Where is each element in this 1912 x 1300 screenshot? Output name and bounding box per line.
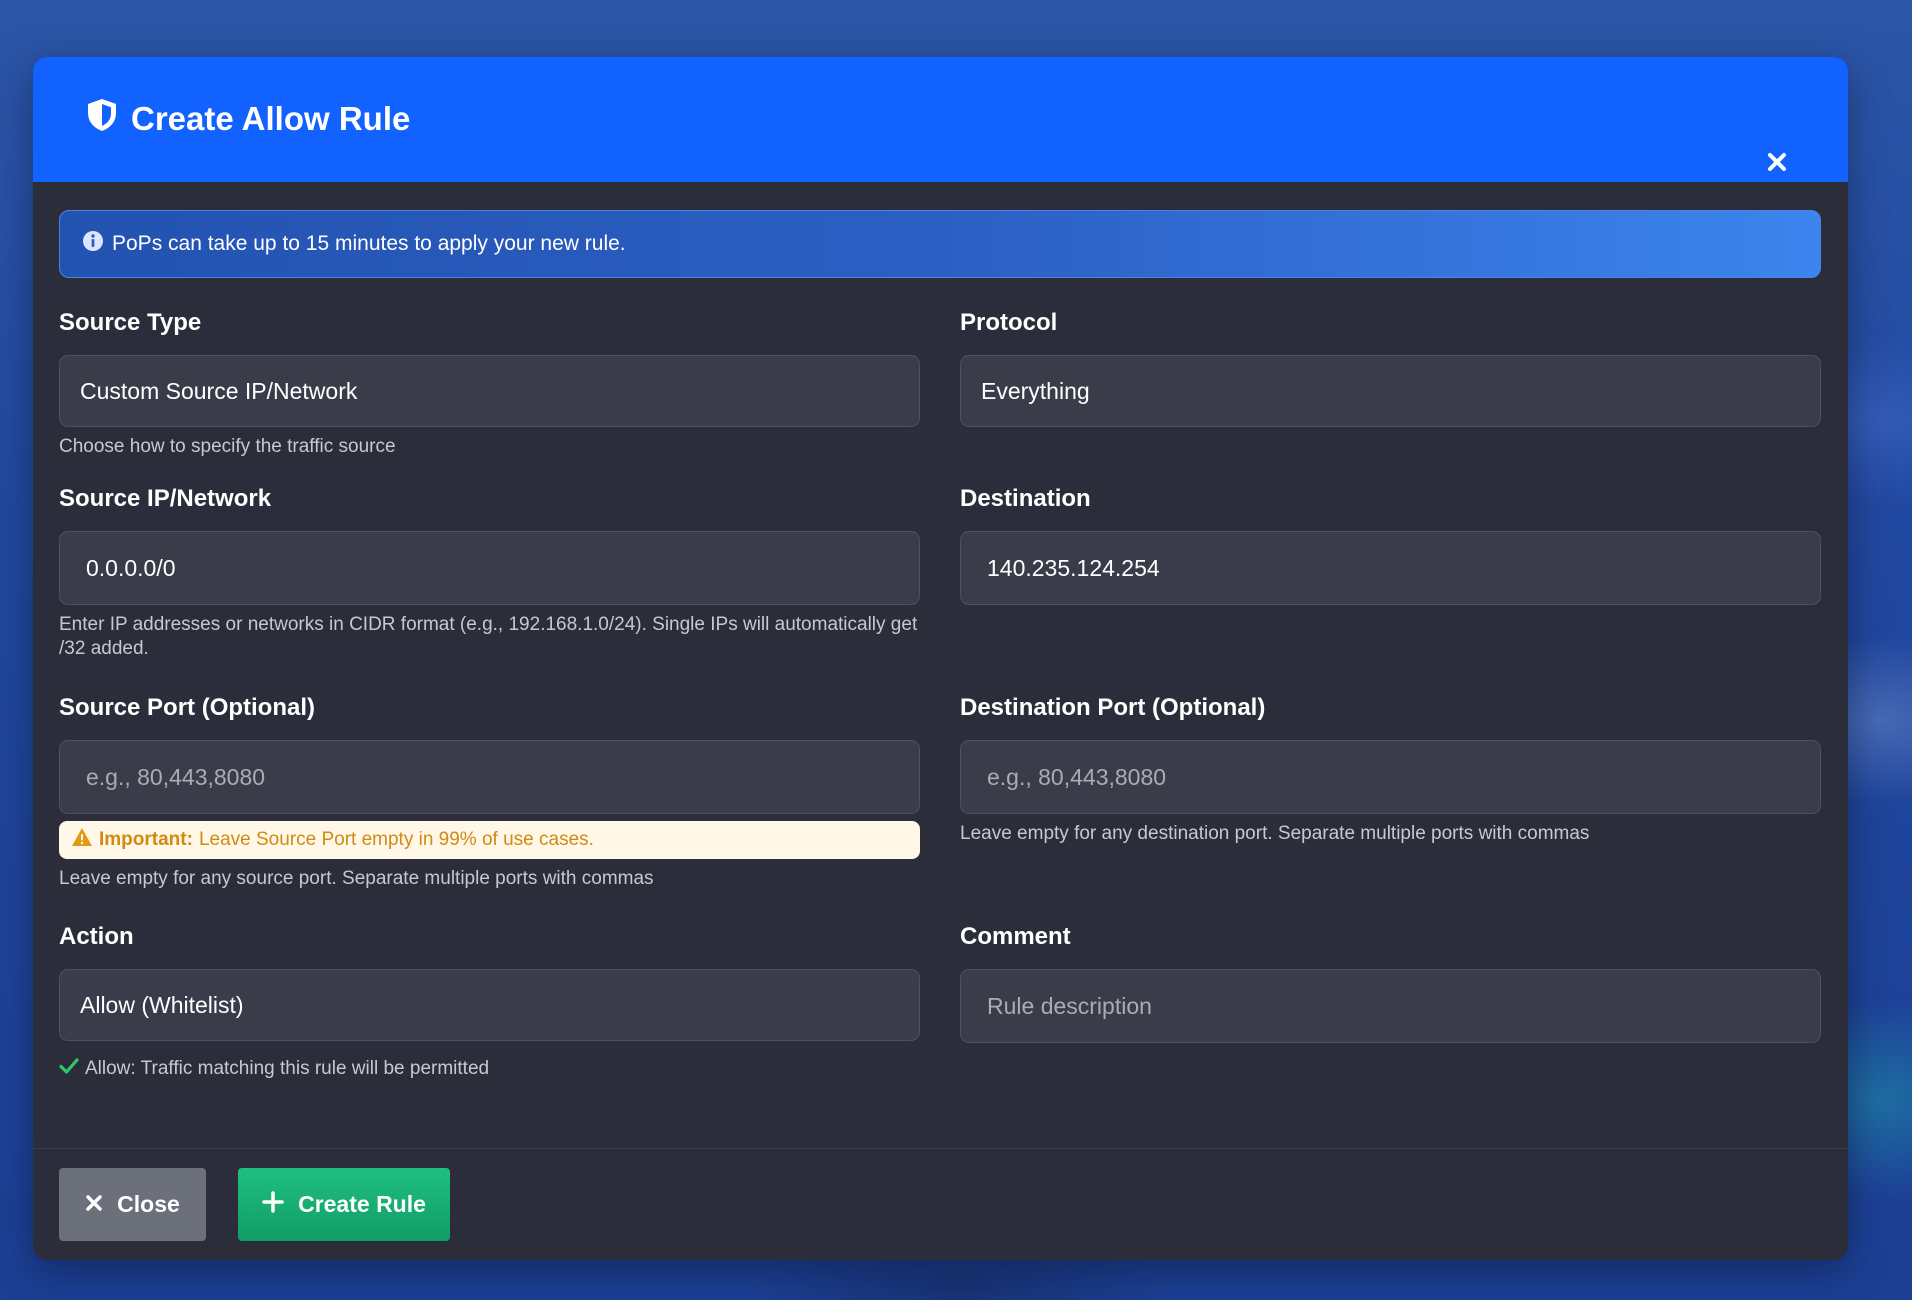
- warning-icon: [71, 827, 93, 853]
- source-port-warning: Important: Leave Source Port empty in 99…: [59, 821, 920, 859]
- protocol-label: Protocol: [960, 309, 1058, 336]
- warning-bold-text: Important:: [99, 829, 193, 850]
- comment-field: Comment: [960, 922, 1821, 1122]
- source-ip-input[interactable]: [59, 531, 920, 605]
- source-ip-label: Source IP/Network: [59, 485, 272, 512]
- create-rule-button[interactable]: Create Rule: [238, 1168, 450, 1241]
- plus-icon: [262, 1190, 284, 1219]
- destination-field: Destination: [960, 484, 1821, 693]
- source-type-select[interactable]: Custom Source IP/Network: [59, 355, 920, 427]
- info-alert: PoPs can take up to 15 minutes to apply …: [59, 210, 1821, 278]
- close-button-label: Close: [117, 1191, 180, 1217]
- source-ip-help: Enter IP addresses or networks in CIDR f…: [59, 614, 918, 659]
- info-icon: [82, 230, 104, 258]
- modal-close-icon[interactable]: [1764, 149, 1790, 175]
- source-port-label: Source Port (Optional): [59, 694, 316, 721]
- check-icon: [59, 1057, 79, 1081]
- source-port-input[interactable]: [59, 740, 920, 814]
- comment-label: Comment: [960, 923, 1071, 950]
- action-help-text: Allow: Traffic matching this rule will b…: [85, 1058, 490, 1079]
- source-type-help: Choose how to specify the traffic source: [59, 436, 396, 457]
- warning-text: Leave Source Port empty in 99% of use ca…: [198, 829, 594, 850]
- modal-title-text: Create Allow Rule: [131, 100, 411, 137]
- modal-header: Create Allow Rule: [33, 57, 1848, 182]
- rule-form: Source Type Custom Source IP/Network Cho…: [59, 308, 1821, 1122]
- close-button[interactable]: Close: [59, 1168, 206, 1241]
- destination-port-input[interactable]: [960, 740, 1821, 814]
- action-select[interactable]: Allow (Whitelist): [59, 969, 920, 1041]
- close-icon: [85, 1191, 103, 1218]
- destination-label: Destination: [960, 485, 1091, 512]
- protocol-field: Protocol Everything: [960, 308, 1821, 484]
- create-rule-button-label: Create Rule: [298, 1191, 426, 1217]
- action-label: Action: [59, 923, 134, 950]
- action-field: Action Allow (Whitelist) Allow: Traffic …: [59, 922, 920, 1122]
- source-type-field: Source Type Custom Source IP/Network Cho…: [59, 308, 920, 484]
- source-port-help: Leave empty for any source port. Separat…: [59, 868, 654, 889]
- info-alert-text: PoPs can take up to 15 minutes to apply …: [112, 232, 626, 255]
- destination-port-field: Destination Port (Optional) Leave empty …: [960, 693, 1821, 922]
- comment-input[interactable]: [960, 969, 1821, 1043]
- modal-footer: Close Create Rule: [33, 1148, 1848, 1260]
- create-rule-modal: Create Allow Rule PoPs can take up to 15…: [33, 57, 1848, 1260]
- modal-body: PoPs can take up to 15 minutes to apply …: [33, 182, 1848, 1122]
- shield-icon: [85, 97, 119, 141]
- destination-port-label: Destination Port (Optional): [960, 694, 1266, 721]
- destination-input[interactable]: [960, 531, 1821, 605]
- source-port-field: Source Port (Optional) Important: Leave …: [59, 693, 920, 922]
- source-type-label: Source Type: [59, 309, 202, 336]
- action-help: Allow: Traffic matching this rule will b…: [59, 1057, 920, 1081]
- protocol-select[interactable]: Everything: [960, 355, 1821, 427]
- source-ip-field: Source IP/Network Enter IP addresses or …: [59, 484, 920, 693]
- destination-port-help: Leave empty for any destination port. Se…: [960, 823, 1590, 844]
- modal-title: Create Allow Rule: [85, 97, 410, 141]
